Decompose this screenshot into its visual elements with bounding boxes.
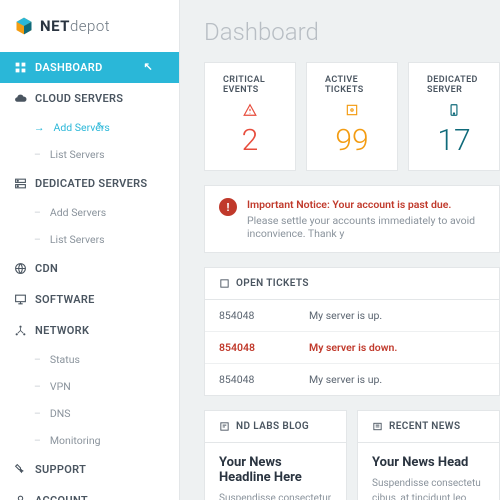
news-panel: RECENT NEWS Your News Head Suspendisse c… bbox=[357, 410, 500, 500]
server-icon bbox=[14, 177, 27, 190]
nav-dashboard[interactable]: Dashboard ↖ bbox=[0, 52, 179, 83]
nav-sub-label: Add Servers bbox=[50, 206, 106, 219]
ticket-msg: My server is up. bbox=[309, 373, 382, 386]
nav-label: Account bbox=[35, 494, 88, 500]
nav-support[interactable]: Support bbox=[0, 454, 179, 485]
card-dedicated[interactable]: Dedicated Server 17 bbox=[408, 62, 500, 171]
card-tickets[interactable]: Active Tickets 99 bbox=[306, 62, 398, 171]
news-headline[interactable]: Your News Head bbox=[372, 455, 485, 470]
dashboard-icon bbox=[14, 61, 27, 74]
nav-cdn[interactable]: CDN bbox=[0, 253, 179, 284]
notice-title: Important Notice: Your account is past d… bbox=[247, 198, 485, 211]
nav-label: Dedicated Servers bbox=[35, 177, 147, 190]
phone-icon bbox=[447, 103, 461, 117]
news-excerpt: Suspendisse consectetu cibus, at tincidu… bbox=[372, 476, 485, 500]
card-value: 2 bbox=[223, 123, 277, 158]
panel-title: OPEN TICKETS bbox=[236, 278, 309, 289]
nav-cloud-add[interactable]: Add Servers ↖ bbox=[0, 114, 179, 141]
alert-circle-icon: ! bbox=[219, 198, 237, 216]
nav: Dashboard ↖ Cloud Servers Add Servers ↖ … bbox=[0, 52, 179, 500]
ticket-msg: My server is up. bbox=[309, 309, 382, 322]
user-icon bbox=[14, 494, 27, 500]
card-label: Active Tickets bbox=[325, 75, 379, 95]
nav-label: Software bbox=[35, 293, 95, 306]
ticket-id: 854048 bbox=[219, 373, 309, 386]
card-value: 99 bbox=[325, 123, 379, 158]
ticket-icon bbox=[345, 103, 359, 117]
network-icon bbox=[14, 324, 27, 337]
nav-sub-label: Status bbox=[50, 353, 80, 366]
main: Dashboard Critical Events 2 Active Ticke… bbox=[180, 0, 500, 500]
wrench-icon bbox=[14, 463, 27, 476]
open-tickets-panel: OPEN TICKETS 854048My server is up.85404… bbox=[204, 267, 500, 396]
panel-title: ND LABS BLOG bbox=[236, 421, 309, 432]
blog-excerpt: Suspendisse consectetur ligula vitae fau… bbox=[219, 491, 332, 500]
nav-net-mon[interactable]: Monitoring bbox=[0, 427, 179, 454]
page-title: Dashboard bbox=[204, 18, 500, 46]
nav-cloud-list[interactable]: List Servers bbox=[0, 141, 179, 168]
card-value: 17 bbox=[427, 123, 481, 158]
blog-panel: ND LABS BLOG Your News Headline Here Sus… bbox=[204, 410, 347, 500]
ticket-msg: My server is down. bbox=[309, 341, 397, 354]
nav-sub-label: List Servers bbox=[50, 148, 105, 161]
notice-banner: ! Important Notice: Your account is past… bbox=[204, 185, 500, 253]
notice-text: Please settle your accounts immediately … bbox=[247, 214, 485, 240]
nav-account[interactable]: Account bbox=[0, 485, 179, 500]
logo[interactable]: NETdepot bbox=[0, 0, 179, 52]
panel-title: RECENT NEWS bbox=[389, 421, 461, 432]
nav-net-vpn[interactable]: VPN bbox=[0, 373, 179, 400]
nav-network[interactable]: Network bbox=[0, 315, 179, 346]
cursor-icon: ↖ bbox=[143, 60, 153, 73]
nav-net-status[interactable]: Status bbox=[0, 346, 179, 373]
nav-ded-list[interactable]: List Servers bbox=[0, 226, 179, 253]
ticket-id: 854048 bbox=[219, 341, 309, 354]
nav-ded-add[interactable]: Add Servers bbox=[0, 199, 179, 226]
logo-icon bbox=[14, 16, 34, 36]
panel-header: OPEN TICKETS bbox=[205, 268, 499, 300]
nav-software[interactable]: Software bbox=[0, 284, 179, 315]
stat-cards: Critical Events 2 Active Tickets 99 Dedi… bbox=[204, 62, 500, 171]
nav-dedicated-servers[interactable]: Dedicated Servers bbox=[0, 168, 179, 199]
alert-icon bbox=[243, 103, 257, 117]
nav-label: Support bbox=[35, 463, 86, 476]
panel-header: RECENT NEWS bbox=[358, 411, 499, 443]
nav-sub-label: DNS bbox=[50, 407, 71, 420]
card-label: Dedicated Server bbox=[427, 75, 481, 95]
panel-header: ND LABS BLOG bbox=[205, 411, 346, 443]
card-critical[interactable]: Critical Events 2 bbox=[204, 62, 296, 171]
ticket-row[interactable]: 854048My server is down. bbox=[205, 332, 499, 364]
logo-text: NETdepot bbox=[40, 17, 110, 35]
nav-sub-label: VPN bbox=[50, 380, 71, 393]
nav-net-dns[interactable]: DNS bbox=[0, 400, 179, 427]
nav-label: Network bbox=[35, 324, 89, 337]
sidebar: NETdepot Dashboard ↖ Cloud Servers Add S… bbox=[0, 0, 180, 500]
globe-icon bbox=[14, 262, 27, 275]
nav-cloud-servers[interactable]: Cloud Servers bbox=[0, 83, 179, 114]
nav-label: Cloud Servers bbox=[35, 92, 123, 105]
cloud-icon bbox=[14, 92, 27, 105]
nav-sub-label: List Servers bbox=[50, 233, 105, 246]
nav-sub-label: Add Servers bbox=[54, 121, 110, 134]
nav-sub-label: Monitoring bbox=[50, 434, 101, 447]
card-label: Critical Events bbox=[223, 75, 277, 95]
nav-label: CDN bbox=[35, 262, 58, 275]
blog-icon bbox=[219, 421, 230, 432]
nav-label: Dashboard bbox=[35, 61, 103, 74]
ticket-row[interactable]: 854048My server is up. bbox=[205, 364, 499, 395]
list-icon bbox=[219, 278, 230, 289]
bottom-panels: ND LABS BLOG Your News Headline Here Sus… bbox=[204, 410, 500, 500]
blog-headline[interactable]: Your News Headline Here bbox=[219, 455, 332, 485]
monitor-icon bbox=[14, 293, 27, 306]
news-icon bbox=[372, 421, 383, 432]
ticket-row[interactable]: 854048My server is up. bbox=[205, 300, 499, 332]
ticket-id: 854048 bbox=[219, 309, 309, 322]
